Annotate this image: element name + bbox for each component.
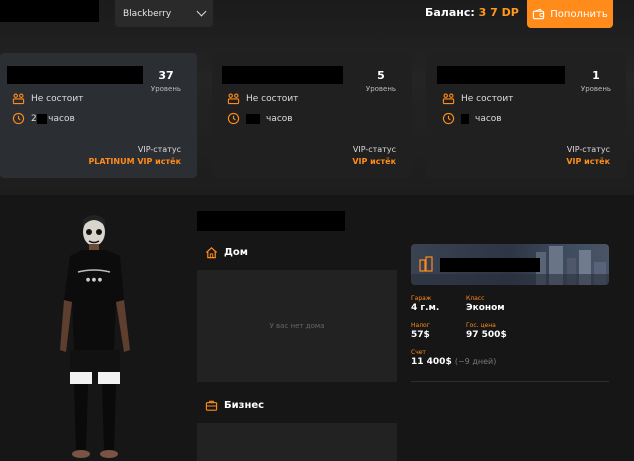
family-status: Не состоит xyxy=(31,93,84,104)
house-empty-text: У вас нет дома xyxy=(269,322,325,330)
family-row: Не состоит xyxy=(12,92,83,105)
clock-icon xyxy=(12,112,25,125)
price-value: 97 500$ xyxy=(466,330,507,340)
house-section-title: Дом xyxy=(205,246,248,259)
redacted-name xyxy=(7,66,143,84)
vip-label: VIP-статус xyxy=(352,145,396,154)
hours-row: часов xyxy=(442,112,502,125)
house-icon xyxy=(205,247,218,259)
balance: Баланс: 3 7 DP xyxy=(425,6,519,19)
wallet-icon xyxy=(533,8,545,19)
garage-label: Гараж xyxy=(411,295,432,302)
class-value: Эконом xyxy=(466,303,505,313)
house-panel: У вас нет дома xyxy=(197,270,397,382)
topup-button[interactable]: Пополнить xyxy=(527,0,613,28)
balance-value: 3 7 DP xyxy=(478,6,519,19)
account-label: Счет xyxy=(411,349,426,356)
tax-value: 57$ xyxy=(411,330,430,340)
property-divider xyxy=(411,381,609,382)
character-level: 1 xyxy=(592,69,600,82)
redacted-digit xyxy=(246,113,260,124)
level-label: Уровень xyxy=(580,85,612,93)
business-title: Бизнес xyxy=(224,400,265,411)
chevron-down-icon xyxy=(196,6,207,17)
redacted-character-name xyxy=(197,211,345,231)
garage-value: 4 г.м. xyxy=(411,303,440,313)
character-card-1[interactable]: 37 Уровень Не состоит 2 7 часов VIP-стат… xyxy=(0,53,197,178)
business-section-title: Бизнес xyxy=(205,399,264,412)
player-avatar: ● ● ● xyxy=(60,215,130,458)
account-value: 11 400$ xyxy=(411,357,452,367)
svg-text:● ● ●: ● ● ● xyxy=(86,277,103,283)
price-label: Гос. цена xyxy=(466,322,496,329)
family-status: Не состоит xyxy=(246,93,299,104)
redacted-digit xyxy=(461,113,469,124)
redacted-nickname xyxy=(0,0,99,22)
clock-icon xyxy=(442,112,455,125)
family-status: Не состоит xyxy=(461,93,514,104)
server-select-value: Blackberry xyxy=(123,8,172,19)
family-row: Не состоит xyxy=(442,92,513,105)
vip-status: VIP истёк xyxy=(352,157,396,166)
balance-label: Баланс: xyxy=(425,6,475,19)
redacted-address xyxy=(440,258,540,272)
character-card-3[interactable]: 1 Уровень Не состоит часов VIP-статус VI… xyxy=(426,53,626,178)
redacted-digit xyxy=(37,114,47,124)
topup-label: Пополнить xyxy=(550,8,608,20)
business-panel xyxy=(197,423,397,461)
vip-status: VIP истёк xyxy=(566,157,610,166)
redacted-name xyxy=(222,66,343,84)
family-icon xyxy=(442,93,455,105)
character-level: 5 xyxy=(377,69,385,82)
hours-row: часов xyxy=(227,112,293,125)
redacted-name xyxy=(437,66,565,84)
character-level: 37 xyxy=(158,69,174,82)
level-label: Уровень xyxy=(150,85,182,93)
building-icon xyxy=(419,256,433,272)
server-select[interactable]: Blackberry xyxy=(115,0,213,27)
played-hours: часов xyxy=(475,113,502,124)
family-icon xyxy=(227,93,240,105)
vip-status: PLATINUM VIP истёк xyxy=(88,157,181,166)
briefcase-icon xyxy=(205,400,218,411)
clock-icon xyxy=(227,112,240,125)
played-hours: часов xyxy=(266,113,293,124)
class-label: Класс xyxy=(466,295,485,302)
account-note: (−9 дней) xyxy=(454,357,497,366)
family-row: Не состоит xyxy=(227,92,298,105)
family-icon xyxy=(12,93,25,105)
tax-label: Налог xyxy=(411,322,430,329)
level-label: Уровень xyxy=(365,85,397,93)
vip-label: VIP-статус xyxy=(566,145,610,154)
account-row: 11 400$ (−9 дней) xyxy=(411,357,496,367)
vip-label: VIP-статус xyxy=(137,145,181,154)
house-title: Дом xyxy=(224,247,248,258)
character-card-2[interactable]: 5 Уровень Не состоит часов VIP-статус VI… xyxy=(212,53,412,178)
